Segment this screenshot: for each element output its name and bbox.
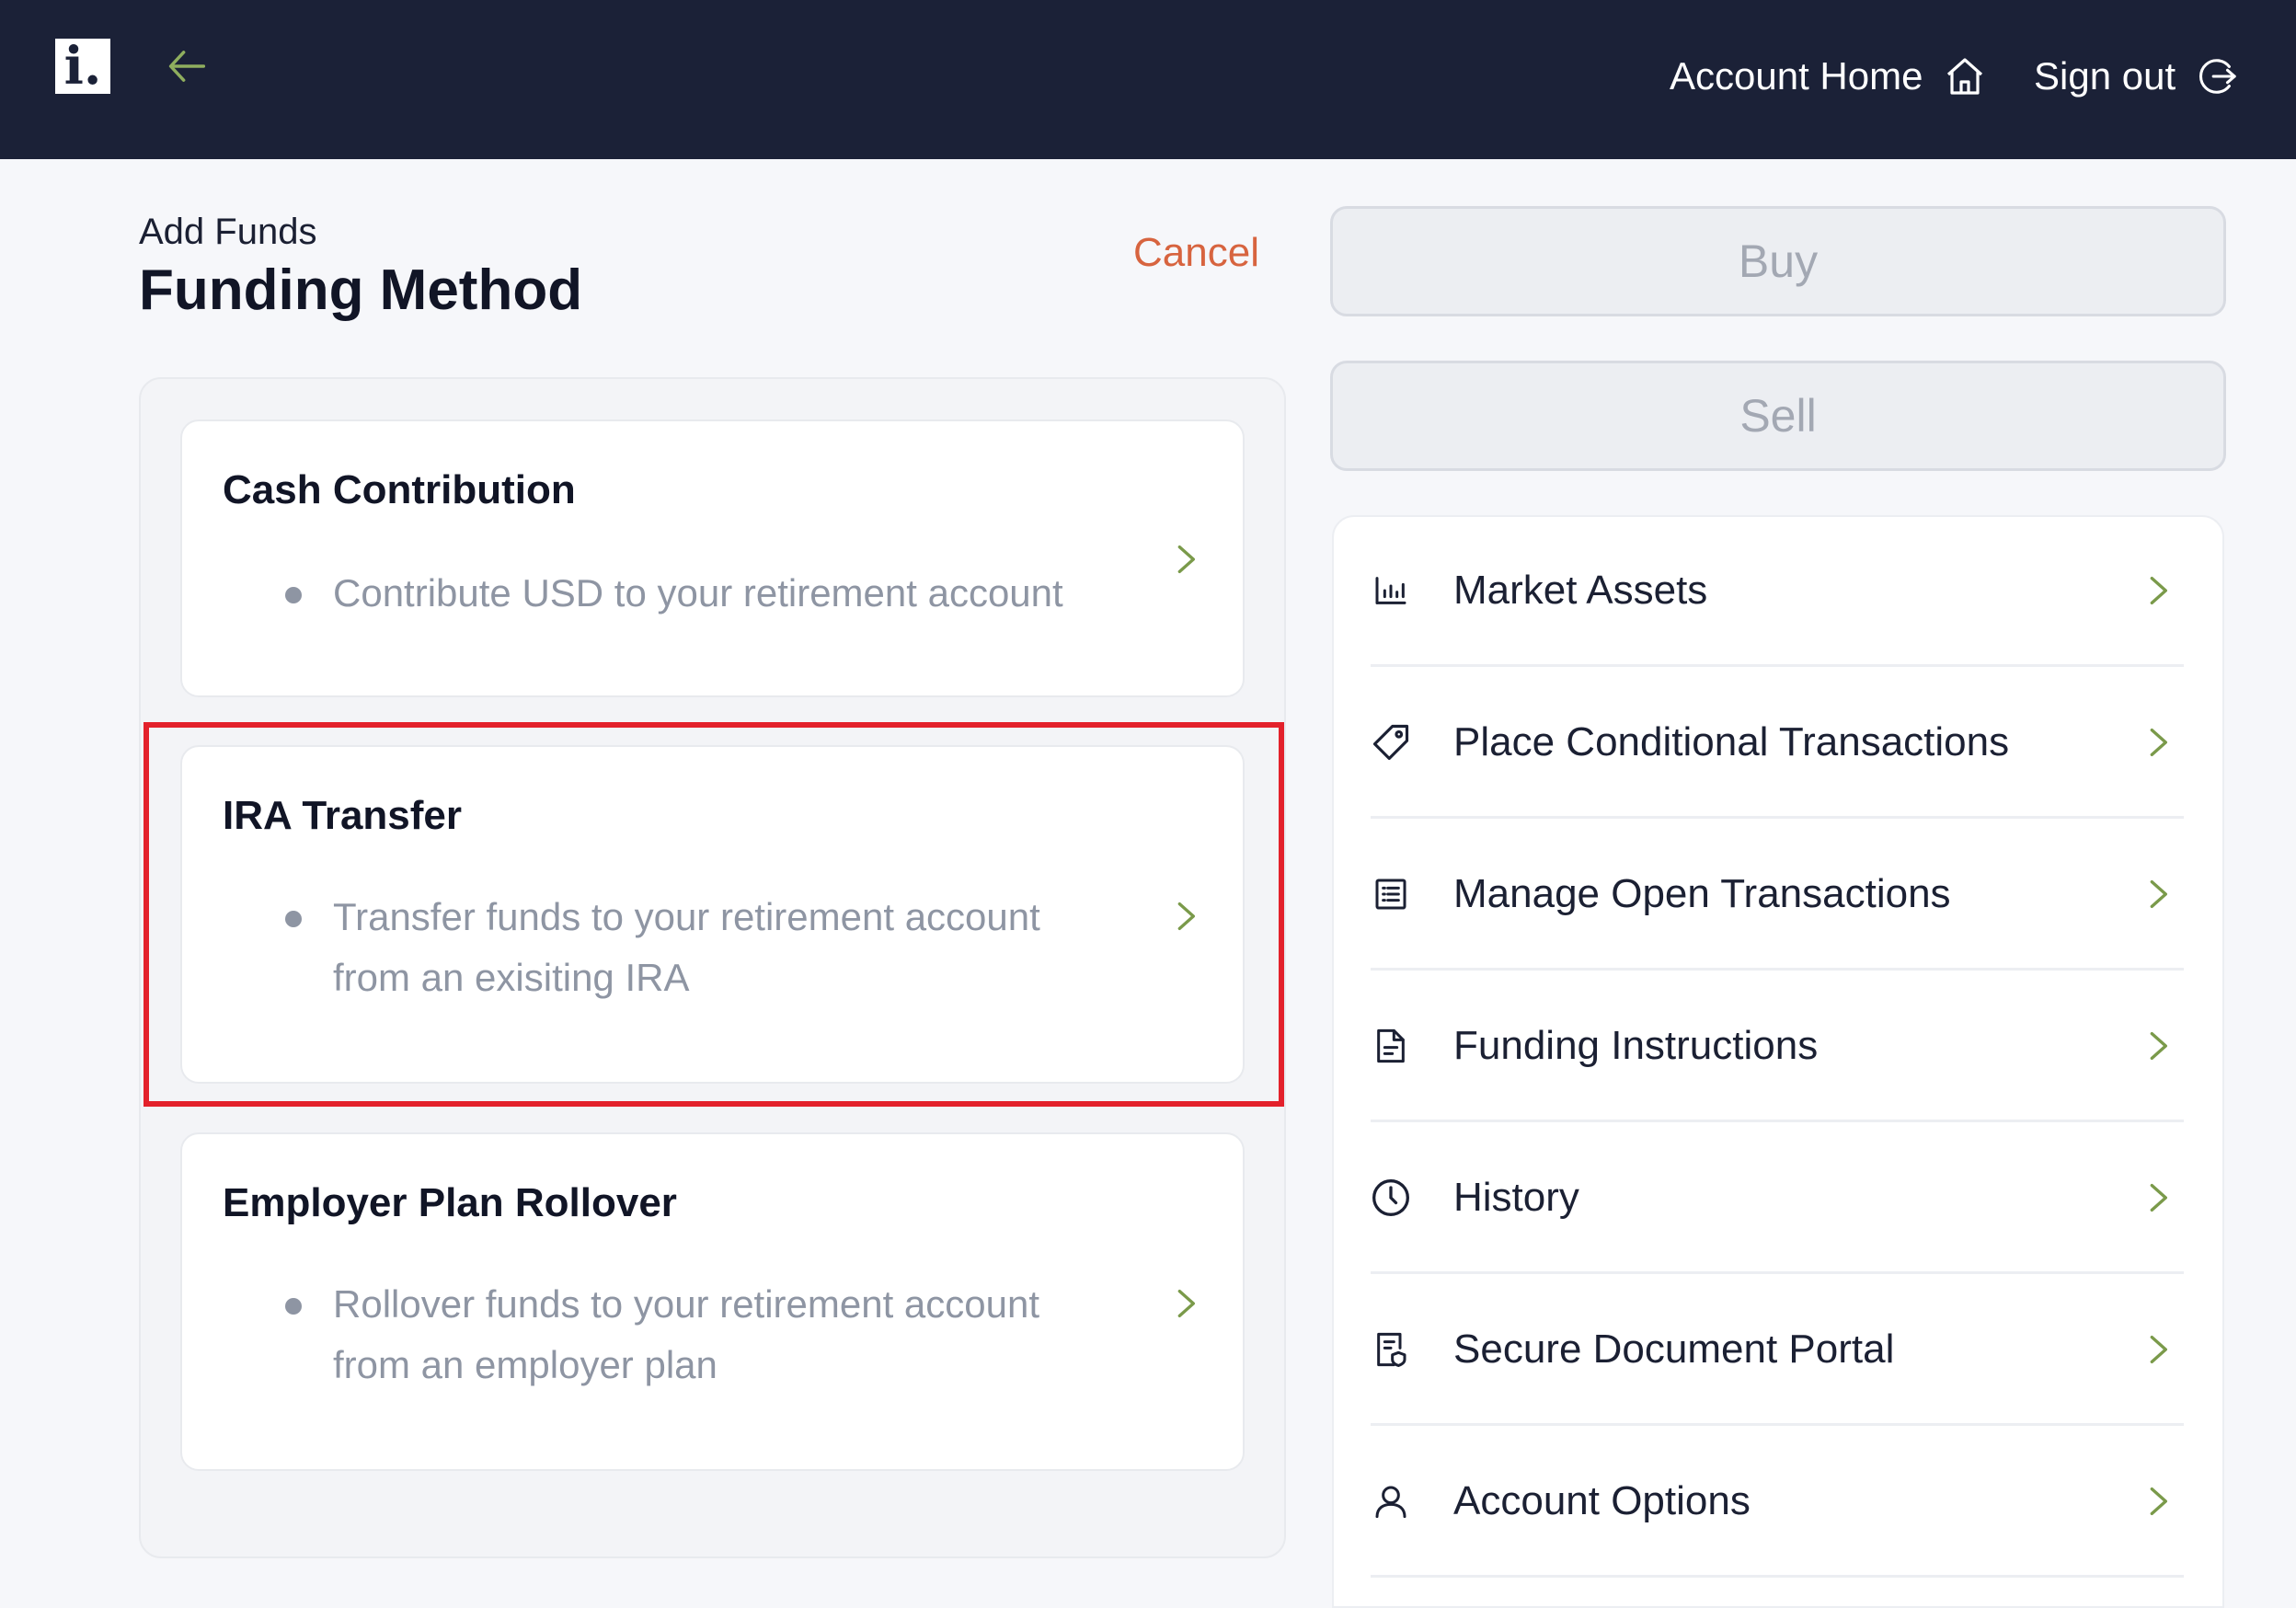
- buy-button[interactable]: Buy: [1330, 206, 2226, 316]
- chevron-right-icon: [2140, 1483, 2176, 1520]
- chevron-right-icon: [2140, 1331, 2176, 1368]
- sign-out-icon: [2199, 59, 2236, 94]
- chevron-right-icon: [1167, 1285, 1204, 1322]
- page-title: Funding Method: [139, 258, 583, 322]
- menu-label: Market Assets: [1453, 567, 1708, 613]
- user-icon: [1371, 1481, 1411, 1522]
- menu-label: History: [1453, 1174, 1579, 1220]
- list-icon: [1371, 874, 1411, 914]
- menu-item-manage-open-transactions[interactable]: Manage Open Transactions: [1371, 820, 2184, 971]
- document-icon: [1371, 1026, 1411, 1066]
- option-description: Rollover funds to your retirement accoun…: [333, 1282, 1040, 1386]
- option-cash-contribution[interactable]: Cash Contribution Contribute USD to your…: [180, 419, 1245, 697]
- back-button[interactable]: [162, 40, 213, 92]
- menu-label: Account Options: [1453, 1477, 1751, 1523]
- sign-out-link[interactable]: Sign out: [2034, 44, 2238, 109]
- chevron-right-icon: [2140, 724, 2176, 761]
- menu-label: Manage Open Transactions: [1453, 870, 1951, 916]
- bullet: [285, 587, 302, 603]
- account-home-label: Account Home: [1670, 54, 1923, 98]
- top-bar: i. Account Home Sign out: [0, 0, 2296, 159]
- bar-chart-icon: [1371, 570, 1411, 611]
- option-title: Cash Contribution: [223, 467, 576, 512]
- bullet: [285, 911, 302, 927]
- menu-label: Secure Document Portal: [1453, 1326, 1895, 1372]
- option-title: Employer Plan Rollover: [223, 1180, 677, 1225]
- tag-icon: [1371, 722, 1411, 763]
- bullet: [285, 1298, 302, 1315]
- chevron-right-icon: [1167, 898, 1204, 935]
- chevron-right-icon: [2140, 876, 2176, 913]
- home-icon: [1947, 58, 1983, 95]
- clock-icon: [1371, 1177, 1411, 1218]
- menu-item-funding-instructions[interactable]: Funding Instructions: [1371, 971, 2184, 1122]
- menu-item-history[interactable]: History: [1371, 1123, 2184, 1274]
- option-description: Contribute USD to your retirement accoun…: [333, 571, 1063, 614]
- logo[interactable]: i.: [55, 39, 110, 94]
- cancel-button[interactable]: Cancel: [1133, 230, 1259, 276]
- menu-item-secure-document-portal[interactable]: Secure Document Portal: [1371, 1275, 2184, 1426]
- chevron-right-icon: [2140, 572, 2176, 609]
- menu-item-account-options[interactable]: Account Options: [1371, 1427, 2184, 1578]
- secure-document-icon: [1371, 1329, 1411, 1370]
- menu-item-market-assets[interactable]: Market Assets: [1371, 516, 2184, 667]
- account-home-link[interactable]: Account Home: [1670, 44, 1987, 109]
- chevron-right-icon: [1167, 541, 1204, 578]
- page-subtitle: Add Funds: [139, 212, 317, 252]
- sell-button[interactable]: Sell: [1330, 361, 2226, 471]
- sign-out-label: Sign out: [2034, 54, 2176, 98]
- option-ira-transfer[interactable]: IRA Transfer Transfer funds to your reti…: [180, 745, 1245, 1084]
- menu-label: Place Conditional Transactions: [1453, 718, 2010, 764]
- menu-label: Funding Instructions: [1453, 1022, 1819, 1068]
- option-employer-plan-rollover[interactable]: Employer Plan Rollover Rollover funds to…: [180, 1132, 1245, 1471]
- arrow-left-icon: [168, 51, 206, 82]
- option-description: Transfer funds to your retirement accoun…: [333, 895, 1040, 999]
- option-title: IRA Transfer: [223, 793, 463, 838]
- menu-item-place-conditional-transactions[interactable]: Place Conditional Transactions: [1371, 668, 2184, 819]
- chevron-right-icon: [2140, 1028, 2176, 1064]
- chevron-right-icon: [2140, 1179, 2176, 1216]
